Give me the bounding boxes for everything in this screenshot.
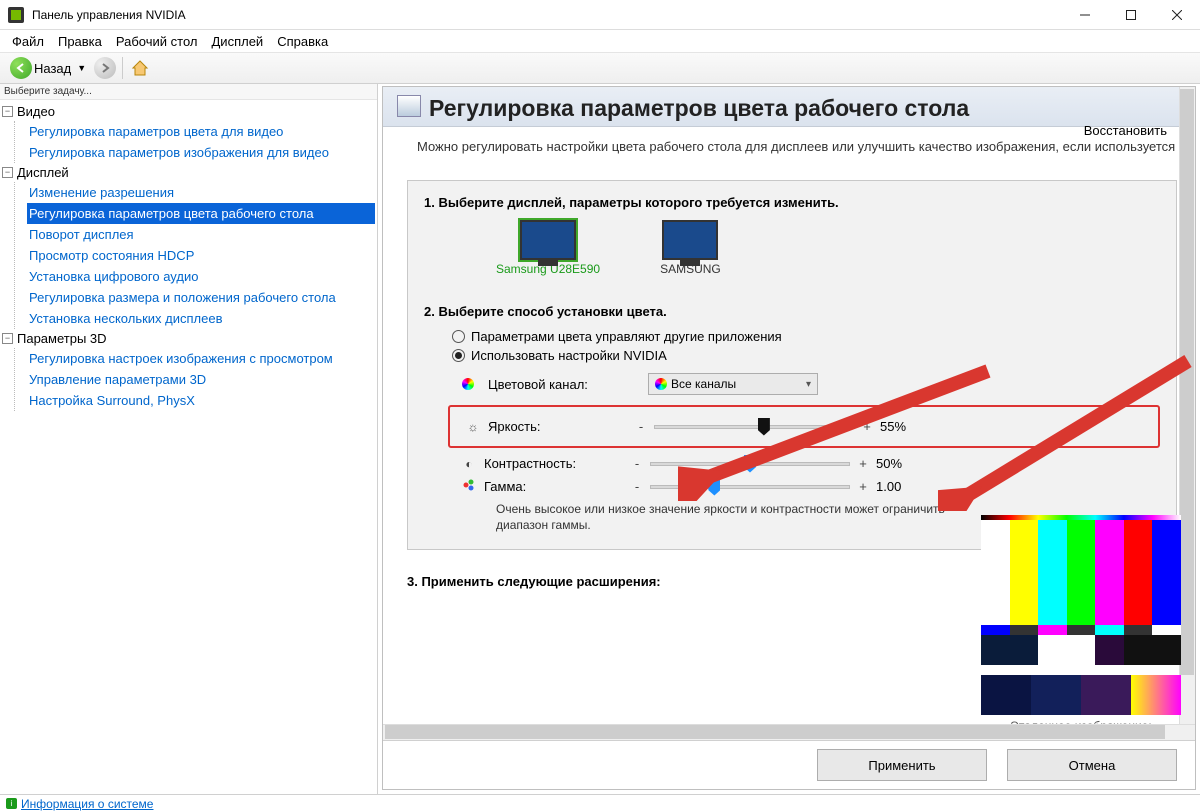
- task-tree: −Видео Регулировка параметров цвета для …: [0, 100, 377, 794]
- display-option-1[interactable]: Samsung U28E590: [496, 220, 600, 276]
- collapse-icon[interactable]: −: [2, 333, 13, 344]
- step1-title: 1. Выберите дисплей, параметры которого …: [424, 195, 1160, 210]
- gamma-icon: [462, 479, 476, 494]
- collapse-icon[interactable]: −: [2, 106, 13, 117]
- tree-item[interactable]: Установка нескольких дисплеев: [27, 308, 375, 329]
- contrast-slider[interactable]: [650, 462, 850, 466]
- info-icon: i: [6, 798, 17, 809]
- tree-item[interactable]: Просмотр состояния HDCP: [27, 245, 375, 266]
- page-heading: Регулировка параметров цвета рабочего ст…: [383, 87, 1195, 127]
- intro-text: Можно регулировать настройки цвета рабоч…: [383, 127, 1195, 162]
- home-button[interactable]: [129, 57, 151, 79]
- page-title: Регулировка параметров цвета рабочего ст…: [429, 95, 1183, 122]
- settings-panel: 1. Выберите дисплей, параметры которого …: [407, 180, 1177, 550]
- radio-icon-checked: [452, 349, 465, 362]
- tree-group-3d[interactable]: −Параметры 3D: [2, 329, 375, 348]
- window-title: Панель управления NVIDIA: [32, 8, 1062, 22]
- system-info-link[interactable]: Информация о системе: [21, 797, 153, 811]
- restore-link[interactable]: Восстановить: [1084, 123, 1167, 138]
- heading-icon: [397, 95, 421, 117]
- sidebar: Выберите задачу... −Видео Регулировка па…: [0, 84, 378, 794]
- tree-item[interactable]: Установка цифрового аудио: [27, 266, 375, 287]
- slider-thumb[interactable]: [744, 455, 756, 473]
- tree-item[interactable]: Регулировка параметров цвета для видео: [27, 121, 375, 142]
- tree-item[interactable]: Регулировка параметров изображения для в…: [27, 142, 375, 163]
- minimize-button[interactable]: [1062, 0, 1108, 30]
- apply-button[interactable]: Применить: [817, 749, 987, 781]
- back-button[interactable]: Назад ▼: [6, 55, 90, 81]
- contrast-slider-row: ◐ Контрастность: - + 50%: [462, 456, 1160, 471]
- vertical-scrollbar[interactable]: [1179, 87, 1195, 724]
- tree-item[interactable]: Поворот дисплея: [27, 224, 375, 245]
- maximize-button[interactable]: [1108, 0, 1154, 30]
- menu-edit[interactable]: Правка: [52, 32, 108, 51]
- toolbar: Назад ▼: [0, 52, 1200, 84]
- channel-icon: [655, 378, 667, 390]
- preview-label: Эталонное изображение:: [981, 719, 1181, 724]
- gamma-note: Очень высокое или низкое значение яркост…: [496, 502, 996, 533]
- gamma-slider[interactable]: [650, 485, 850, 489]
- menu-display[interactable]: Дисплей: [206, 32, 270, 51]
- menu-help[interactable]: Справка: [271, 32, 334, 51]
- brightness-slider-row: ☼ Яркость: - + 55%: [466, 419, 1152, 434]
- display-option-2[interactable]: SAMSUNG: [660, 220, 721, 276]
- channel-label: Цветовой канал:: [488, 377, 638, 392]
- forward-button[interactable]: [94, 57, 116, 79]
- status-bar: i Информация о системе: [0, 794, 1200, 812]
- channel-icon: [462, 378, 474, 390]
- brightness-slider[interactable]: [654, 425, 854, 429]
- sidebar-header: Выберите задачу...: [0, 84, 377, 100]
- tree-item[interactable]: Настройка Surround, PhysX: [27, 390, 375, 411]
- menu-bar: Файл Правка Рабочий стол Дисплей Справка: [0, 30, 1200, 52]
- menu-file[interactable]: Файл: [6, 32, 50, 51]
- slider-thumb[interactable]: [758, 418, 770, 436]
- slider-thumb[interactable]: [708, 478, 720, 496]
- channel-select[interactable]: Все каналы: [648, 373, 818, 395]
- title-bar: Панель управления NVIDIA: [0, 0, 1200, 30]
- tree-group-video[interactable]: −Видео: [2, 102, 375, 121]
- monitor-icon: [662, 220, 718, 260]
- menu-desktop[interactable]: Рабочий стол: [110, 32, 204, 51]
- collapse-icon[interactable]: −: [2, 167, 13, 178]
- tree-group-display[interactable]: −Дисплей: [2, 163, 375, 182]
- step2-title: 2. Выберите способ установки цвета.: [424, 304, 1160, 319]
- radio-nvidia-settings[interactable]: Использовать настройки NVIDIA: [452, 348, 1160, 363]
- cancel-button[interactable]: Отмена: [1007, 749, 1177, 781]
- monitor-icon: [520, 220, 576, 260]
- app-icon: [8, 7, 24, 23]
- close-button[interactable]: [1154, 0, 1200, 30]
- radio-icon: [452, 330, 465, 343]
- gamma-slider-row: Гамма: - + 1.00: [462, 479, 1160, 494]
- contrast-icon: ◐: [462, 457, 476, 471]
- brightness-icon: ☼: [466, 420, 480, 434]
- tree-item[interactable]: Изменение разрешения: [27, 182, 375, 203]
- dropdown-icon: ▼: [77, 63, 86, 73]
- dialog-buttons: Применить Отмена: [383, 740, 1195, 789]
- brightness-highlight: ☼ Яркость: - + 55%: [448, 405, 1160, 448]
- radio-other-apps[interactable]: Параметрами цвета управляют другие прило…: [452, 329, 1160, 344]
- back-icon: [10, 57, 32, 79]
- tree-item[interactable]: Регулировка размера и положения рабочего…: [27, 287, 375, 308]
- horizontal-scrollbar[interactable]: [383, 724, 1195, 740]
- tree-item-selected[interactable]: Регулировка параметров цвета рабочего ст…: [27, 203, 375, 224]
- content-pane: Регулировка параметров цвета рабочего ст…: [382, 86, 1196, 790]
- tree-item[interactable]: Управление параметрами 3D: [27, 369, 375, 390]
- tree-item[interactable]: Регулировка настроек изображения с просм…: [27, 348, 375, 369]
- reference-image: Эталонное изображение:: [981, 515, 1181, 724]
